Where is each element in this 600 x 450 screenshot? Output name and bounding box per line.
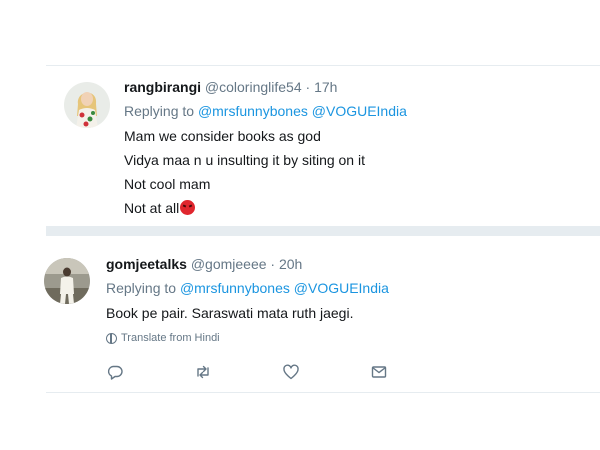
replying-to: Replying to @mrsfunnybones @VOGUEIndia xyxy=(124,102,407,120)
tweet-text-line: Book pe pair. Saraswati mata ruth jaegi. xyxy=(106,305,354,321)
like-icon xyxy=(283,364,299,380)
tweet-content: rangbirangi @coloringlife54 · 17h Replyi… xyxy=(124,78,407,217)
user-handle[interactable]: @coloringlife54 xyxy=(205,79,302,95)
tweet-text: Not at all xyxy=(124,200,180,216)
translate-link[interactable]: Translate from Hindi xyxy=(106,332,458,344)
mention-link[interactable]: @mrsfunnybones xyxy=(198,103,308,119)
mention-link[interactable]: @VOGUEIndia xyxy=(294,280,389,296)
replying-to: Replying to @mrsfunnybones @VOGUEIndia xyxy=(106,279,458,297)
retweet-button[interactable] xyxy=(194,362,282,382)
user-handle[interactable]: @gomjeeee xyxy=(191,256,267,272)
tweet-header: rangbirangi @coloringlife54 · 17h xyxy=(124,78,407,96)
display-name[interactable]: gomjeetalks xyxy=(106,256,187,272)
tweet-gap xyxy=(46,226,600,236)
avatar[interactable] xyxy=(64,82,110,128)
replying-prefix: Replying to xyxy=(106,280,177,296)
mention-link[interactable]: @mrsfunnybones xyxy=(180,280,290,296)
timestamp[interactable]: 20h xyxy=(279,256,302,272)
timestamp[interactable]: 17h xyxy=(314,79,337,95)
tweet-text-line: Mam we consider books as god xyxy=(124,128,321,144)
replying-prefix: Replying to xyxy=(124,103,195,119)
message-button[interactable] xyxy=(370,362,458,382)
tweet-text-line-last: Not at all xyxy=(124,199,407,217)
tweet-content: gomjeetalks @gomjeeee · 20h Replying to … xyxy=(106,255,458,382)
separator-dot: · xyxy=(270,256,276,272)
avatar[interactable] xyxy=(44,258,90,304)
bottom-divider xyxy=(46,392,600,393)
retweet-icon xyxy=(197,365,209,379)
tweet-header: gomjeetalks @gomjeeee · 20h xyxy=(106,255,458,273)
globe-icon xyxy=(106,332,117,344)
tweet-actions xyxy=(106,362,458,382)
like-button[interactable] xyxy=(282,362,370,382)
tweet-text-line: Not cool mam xyxy=(124,176,211,192)
top-divider xyxy=(46,65,600,66)
angry-face-icon xyxy=(180,200,196,215)
reply-icon xyxy=(107,365,123,380)
separator-dot: · xyxy=(305,79,311,95)
display-name[interactable]: rangbirangi xyxy=(124,79,201,95)
tweet-text-line: Vidya maa n u insulting it by siting on … xyxy=(124,152,365,168)
mention-link[interactable]: @VOGUEIndia xyxy=(312,103,407,119)
message-icon xyxy=(371,366,387,378)
translate-label: Translate from Hindi xyxy=(121,332,220,344)
reply-button[interactable] xyxy=(106,362,194,382)
